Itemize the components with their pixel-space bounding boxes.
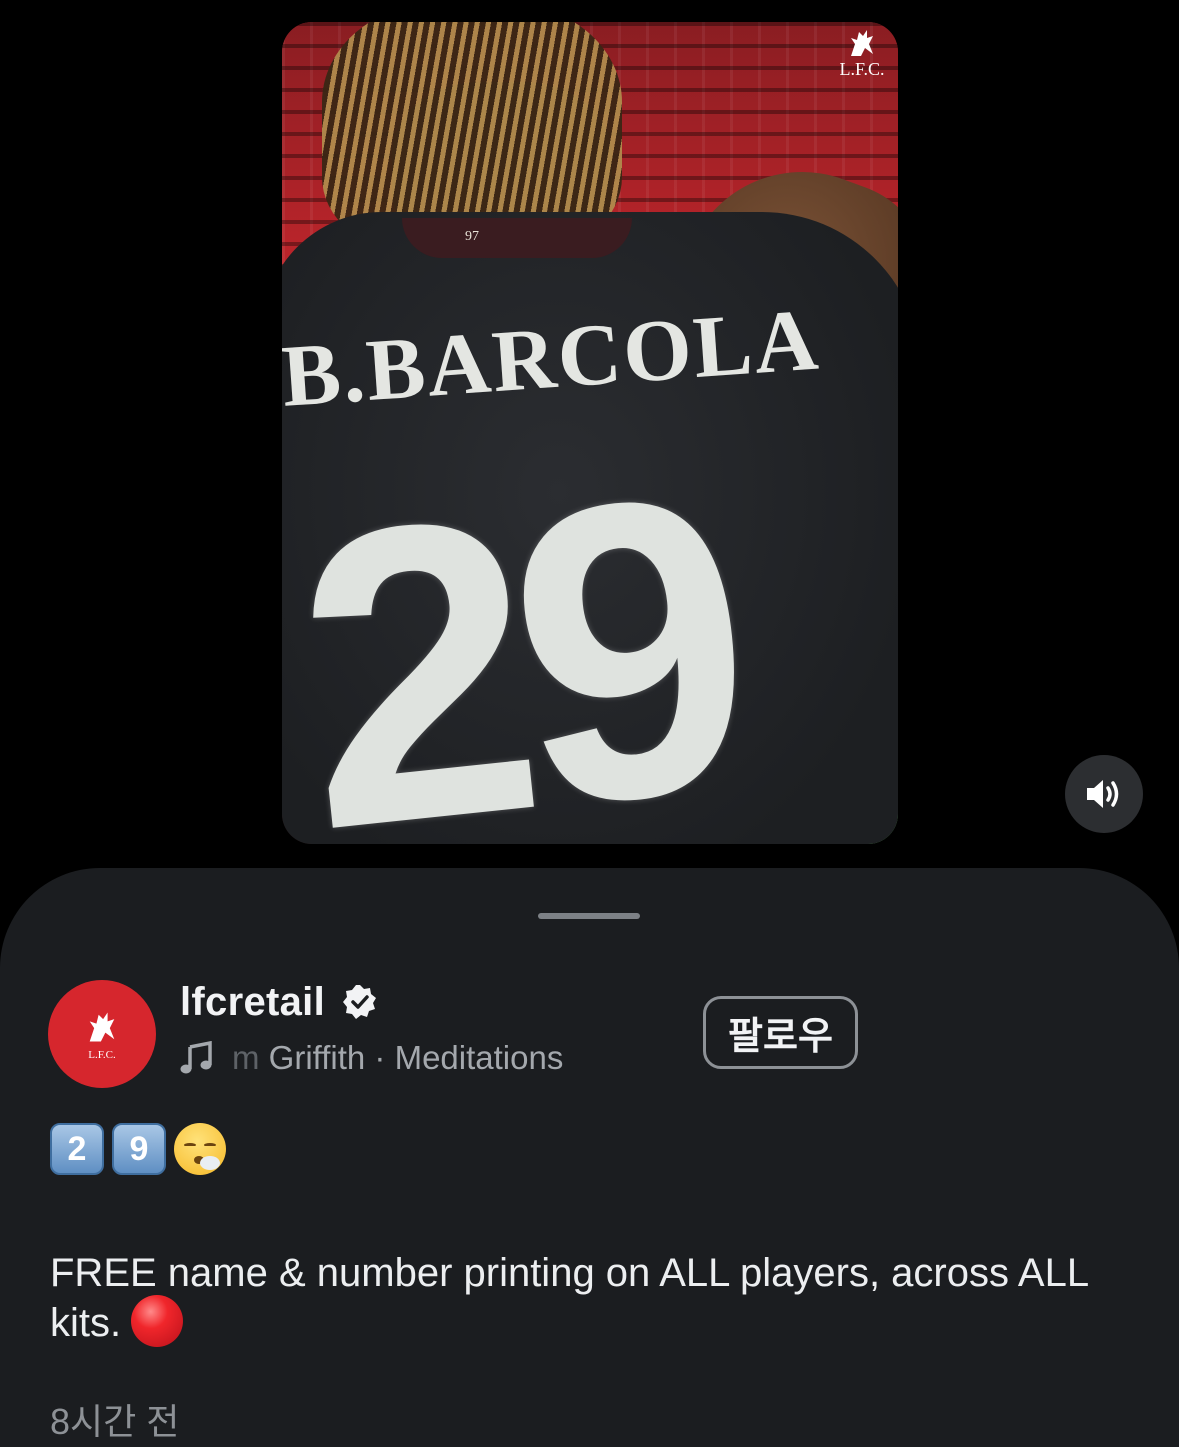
liverbird-icon [89,1012,115,1042]
jersey-number: 29 [282,407,753,844]
sheet-drag-handle[interactable] [538,913,640,919]
jersey-collar [402,218,632,258]
liverbird-icon [851,30,873,56]
post-info-sheet: L.F.C. lfcretail m Griffith · Meditation… [0,868,1179,1447]
avatar[interactable]: L.F.C. [48,980,156,1088]
keycap-9-emoji: 9 [112,1123,166,1175]
reel-video[interactable]: 97 B.BARCOLA 29 L.F.C. [282,22,898,844]
caption-emoji-row: 2 9 [50,1123,226,1175]
post-timestamp: 8시간 전 [50,1401,180,1442]
music-note-icon [180,1041,212,1074]
sound-toggle-button[interactable] [1065,755,1143,833]
keycap-2-emoji: 2 [50,1123,104,1175]
lfc-logo: L.F.C. [836,26,888,82]
music-track-title: Griffith · Meditations [259,1039,564,1076]
username-row: lfcretail [180,978,379,1026]
red-circle-emoji [131,1295,184,1348]
music-track-faded: m [232,1039,260,1076]
speaker-icon [1087,780,1119,808]
username[interactable]: lfcretail [180,980,325,1025]
exhaling-face-emoji [174,1123,226,1175]
app-screen: 97 B.BARCOLA 29 L.F.C. L.F.C. lfcretail [0,0,1179,1447]
verified-badge-icon [343,985,376,1019]
follow-button[interactable]: 팔로우 [703,996,858,1069]
caption-text: FREE name & number printing on ALL playe… [50,1251,1088,1345]
collar-crest: 97 [465,229,479,244]
post-caption: FREE name & number printing on ALL playe… [50,1248,1120,1351]
music-row[interactable]: m Griffith · Meditations [180,1036,563,1080]
avatar-text: L.F.C. [88,1049,116,1061]
lfc-logo-text: L.F.C. [839,59,885,79]
music-track-label: m Griffith · Meditations [232,1039,563,1077]
